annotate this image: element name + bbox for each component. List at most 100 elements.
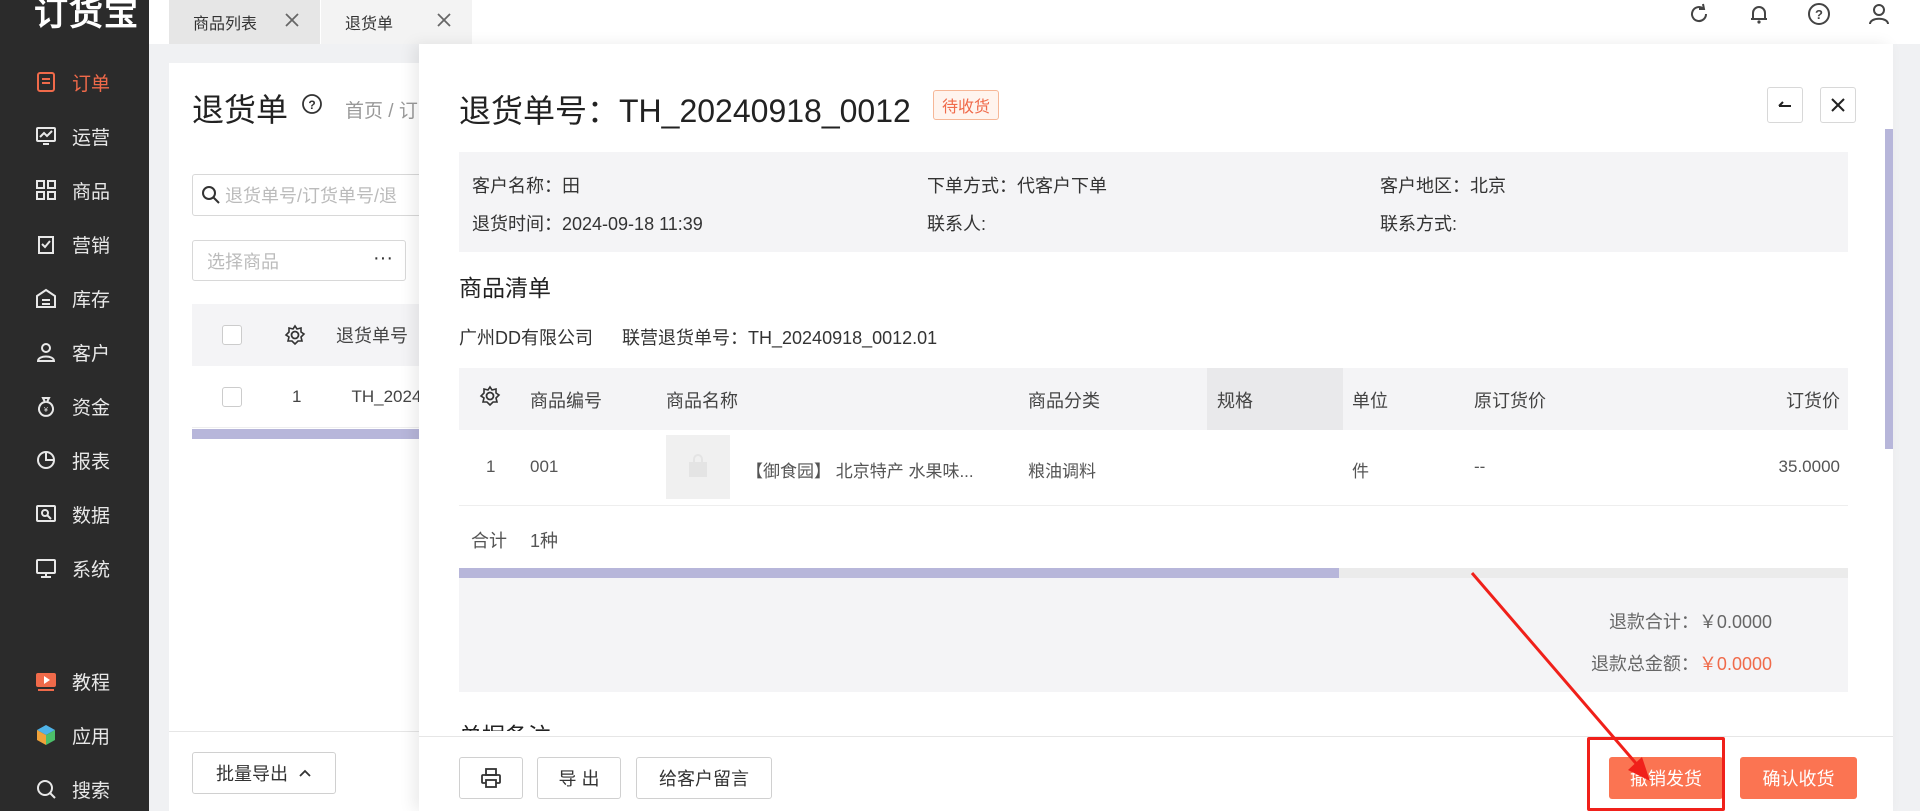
sidebar-item-order[interactable]: 订单 (34, 67, 110, 97)
user-icon[interactable] (1865, 0, 1893, 28)
operation-icon (34, 124, 58, 148)
column-header-name: 商品名称 (666, 391, 738, 411)
collapse-button[interactable] (1767, 87, 1803, 123)
sidebar-item-report[interactable]: 报表 (34, 445, 110, 475)
product-price: 35.0000 (1778, 457, 1840, 476)
product-category: 粮油调料 (1028, 462, 1096, 481)
section-title: 商品清单 (459, 275, 551, 301)
top-bar: 商品列表 退货单 ? (149, 0, 1920, 44)
svg-text:?: ? (308, 98, 315, 112)
table-row[interactable]: 1 001 【御食园】 北京特产 水果味... 粮油调料 件 -- 35.000… (459, 430, 1848, 506)
data-icon (34, 502, 58, 526)
column-header-unit: 单位 (1352, 391, 1388, 411)
sidebar-item-customer[interactable]: 客户 (34, 337, 110, 367)
close-icon[interactable] (434, 10, 454, 30)
sidebar-item-system[interactable]: 系统 (34, 553, 110, 583)
sidebar-item-label: 营销 (72, 235, 111, 257)
message-customer-button[interactable]: 给客户留言 (636, 757, 772, 799)
table-header: 商品编号 商品名称 商品分类 规格 单位 原订货价 订货价 (459, 368, 1848, 430)
order-method: 下单方式：代客户下单 (927, 176, 1107, 196)
refund-total-label: 退款合计： (1608, 612, 1699, 632)
tab-product-list[interactable]: 商品列表 (169, 0, 320, 44)
printer-icon (480, 767, 502, 789)
contact-method: 联系方式: (1380, 214, 1458, 234)
sidebar-item-search[interactable]: 搜索 (34, 774, 110, 804)
inventory-icon (34, 286, 58, 310)
total-row: 合计 1种 (459, 506, 1848, 568)
product-select[interactable]: 选择商品 ··· (192, 240, 406, 281)
svg-text:?: ? (1815, 7, 1823, 22)
help-icon[interactable]: ? (1805, 0, 1833, 28)
close-icon[interactable] (282, 10, 302, 30)
order-icon (34, 70, 58, 94)
refund-amount-label: 退款总金额： (1590, 654, 1699, 674)
vertical-scrollbar[interactable] (1885, 129, 1893, 449)
search-icon (34, 777, 58, 801)
scrollbar-thumb[interactable] (459, 568, 1339, 578)
breadcrumb[interactable]: 首页 / 订 (345, 96, 418, 123)
sidebar-item-apps[interactable]: 应用 (34, 720, 110, 750)
refund-total-value: ￥0.0000 (1698, 612, 1772, 632)
customer-region: 客户地区：北京 (1380, 176, 1506, 196)
sidebar-item-inventory[interactable]: 库存 (34, 283, 110, 313)
sidebar: 订货宝 订单 运营 商品 营销 库存 客户 ¥ 资金 报表 数据 系统 教程 应用… (0, 0, 149, 811)
sidebar-item-marketing[interactable]: 营销 (34, 229, 110, 259)
gear-icon[interactable] (284, 324, 306, 346)
annotation-highlight-box (1587, 737, 1725, 811)
row-checkbox[interactable] (222, 386, 242, 407)
sidebar-item-label: 库存 (72, 289, 111, 311)
return-time: 退货时间：2024-09-18 11:39 (472, 214, 703, 234)
print-button[interactable] (459, 757, 523, 799)
export-button[interactable]: 导 出 (537, 757, 621, 799)
sidebar-item-label: 报表 (72, 451, 111, 473)
order-info: 客户名称：田 下单方式：代客户下单 客户地区：北京 退货时间：2024-09-1… (459, 152, 1848, 252)
confirm-receipt-button[interactable]: 确认收货 (1740, 757, 1857, 799)
marketing-icon (34, 232, 58, 256)
product-unit: 件 (1352, 462, 1369, 481)
sidebar-item-funds[interactable]: ¥ 资金 (34, 391, 110, 421)
sidebar-item-product[interactable]: 商品 (34, 175, 110, 205)
collapse-icon (1776, 96, 1794, 114)
customer-icon (34, 340, 58, 364)
column-header-category: 商品分类 (1028, 391, 1100, 411)
column-header-price: 订货价 (1786, 391, 1840, 411)
sidebar-item-label: 资金 (72, 397, 111, 419)
tab-label: 商品列表 (193, 16, 258, 33)
more-icon[interactable]: ··· (373, 247, 393, 270)
select-all-checkbox[interactable] (222, 325, 242, 345)
gear-icon[interactable] (479, 385, 501, 412)
bell-icon[interactable] (1745, 0, 1773, 28)
help-icon[interactable]: ? (301, 93, 323, 120)
close-icon (1829, 96, 1847, 114)
horizontal-scrollbar[interactable] (459, 568, 1848, 578)
select-placeholder: 选择商品 (207, 251, 279, 272)
sidebar-item-data[interactable]: 数据 (34, 499, 110, 529)
sidebar-item-operation[interactable]: 运营 (34, 121, 110, 151)
search-placeholder: 退货单号/订货单号/退 (225, 186, 398, 206)
total-label: 合计 (471, 531, 507, 551)
funds-icon: ¥ (34, 394, 58, 418)
row-return-no[interactable]: TH_2024 (351, 387, 421, 407)
button-label: 批量导出 (216, 764, 288, 784)
product-table: 商品编号 商品名称 商品分类 规格 单位 原订货价 订货价 1 001 【御食园… (459, 368, 1848, 568)
joint-return-no: 联营退货单号：TH_20240918_0012.01 (622, 328, 938, 348)
sidebar-item-label: 应用 (72, 726, 111, 748)
refresh-icon[interactable] (1685, 0, 1713, 28)
system-icon (34, 556, 58, 580)
page-title: 退货单 (192, 92, 289, 128)
tab-return-order[interactable]: 退货单 (321, 0, 472, 44)
close-button[interactable] (1820, 87, 1856, 123)
column-header-spec: 规格 (1217, 391, 1253, 411)
sidebar-item-label: 订单 (72, 73, 111, 95)
batch-export-button[interactable]: 批量导出 (192, 752, 336, 794)
tutorial-icon (34, 669, 58, 693)
column-header-code: 商品编号 (530, 391, 602, 411)
product-code: 001 (530, 457, 559, 476)
product-name[interactable]: 【御食园】 北京特产 水果味... (746, 457, 974, 482)
row-index: 1 (292, 386, 302, 406)
sidebar-item-label: 运营 (72, 127, 111, 149)
sidebar-item-tutorial[interactable]: 教程 (34, 666, 110, 696)
search-icon (201, 185, 221, 205)
return-order-detail-drawer: 退货单号：TH_20240918_0012 待收货 客户名称：田 下单方式：代客… (419, 44, 1893, 811)
sidebar-item-label: 教程 (72, 672, 111, 694)
